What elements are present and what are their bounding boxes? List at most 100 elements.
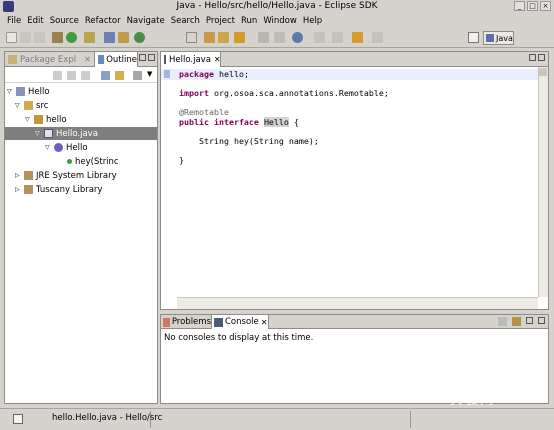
java-perspective-button[interactable]: Java [483,31,514,45]
package-icon [34,115,43,124]
tree-node-method[interactable]: hey(Strinc [5,155,157,168]
new-package-icon[interactable] [118,32,129,43]
watermark-logo: yesky 天极网 [405,355,535,408]
menu-project[interactable]: Project [203,16,238,26]
tab-outline[interactable]: Outline [94,52,138,67]
maximize-view-icon[interactable] [148,54,155,61]
next-annotation-icon[interactable] [314,32,325,43]
expand-icon[interactable]: ▽ [25,116,31,123]
quick-diff-marker [164,70,170,78]
tree-node-package[interactable]: ▽ hello [5,113,157,126]
code-area[interactable]: package hello; import org.osoa.sca.annot… [161,67,538,297]
new-icon[interactable] [6,32,17,43]
maximize-button[interactable]: □ [527,1,538,11]
console-message: No consoles to display at this time. [164,333,314,343]
expand-icon[interactable]: ▽ [7,88,13,95]
code-line-close: } [179,155,184,165]
close-tab-icon[interactable]: ✕ [214,55,221,64]
back-icon[interactable] [352,32,363,43]
tab-console[interactable]: Console ✕ [211,315,269,329]
status-separator [410,411,411,428]
chevron-down-icon[interactable]: ▼ [147,70,152,78]
problems-icon [163,317,170,327]
minimize-view-icon[interactable] [529,54,536,61]
tree-label: hey(Strinc [75,156,119,167]
maximize-view-icon[interactable] [538,54,545,61]
debug-icon[interactable] [52,32,63,43]
tab-problems-label: Problems [171,317,211,327]
menu-source[interactable]: Source [47,16,82,26]
menu-help[interactable]: Help [300,16,325,26]
last-edit-icon[interactable] [274,32,285,43]
forward-nav-icon[interactable] [67,71,76,80]
title-bar: Java - Hello/src/hello/Hello.java - Ecli… [0,0,554,13]
close-tab-icon[interactable]: ✕ [261,318,268,327]
view-menu-icon[interactable] [133,71,142,80]
vertical-scrollbar[interactable] [538,67,548,297]
open-perspective-icon[interactable] [468,32,479,43]
minimize-button[interactable]: _ [514,1,525,11]
collapse-all-icon[interactable] [101,71,110,80]
tab-outline-label: Outline [106,54,137,65]
fast-view-icon[interactable] [13,414,23,424]
save-icon[interactable] [20,32,31,43]
pen-icon[interactable] [234,32,245,43]
tree-node-interface[interactable]: ▽ Hello [5,141,157,154]
menu-edit[interactable]: Edit [24,16,46,26]
overview-ruler-icon[interactable] [539,68,547,76]
tab-problems[interactable]: Problems [161,315,211,329]
close-tab-icon[interactable]: ✕ [84,55,91,64]
tree-node-src[interactable]: ▽ src [5,99,157,112]
expand-icon[interactable]: ▷ [15,186,21,193]
globe-icon[interactable] [292,32,303,43]
open-console-icon[interactable] [512,317,521,326]
display-console-icon[interactable] [498,317,507,326]
code-line-import: import org.osoa.sca.annotations.Remotabl… [179,88,389,98]
horizontal-scrollbar[interactable] [177,297,538,309]
close-button[interactable]: × [540,1,551,11]
expand-icon[interactable]: ▷ [15,172,21,179]
annotation-icon[interactable] [258,32,269,43]
tree-node-tuscany-library[interactable]: ▷ Tuscany Library [5,183,157,196]
library-icon [24,171,33,180]
tab-package-explorer-label: Package Expl [20,54,77,65]
tab-package-explorer[interactable]: Package Expl ✕ [5,52,93,67]
previous-annotation-icon[interactable] [332,32,343,43]
new-class-icon[interactable] [134,32,145,43]
open-task-icon[interactable] [218,32,229,43]
up-nav-icon[interactable] [81,71,90,80]
tree-node-jre-library[interactable]: ▷ JRE System Library [5,169,157,182]
minimize-view-icon[interactable] [526,317,533,324]
watermark-subtext: 天极网 [450,393,496,408]
menu-file[interactable]: File [4,16,24,26]
search-icon[interactable] [204,32,215,43]
tab-console-label: Console [225,317,259,327]
maximize-view-icon[interactable] [538,317,545,324]
menu-refactor[interactable]: Refactor [82,16,124,26]
tree-label: src [36,100,49,111]
back-nav-icon[interactable] [53,71,62,80]
tab-hello-java[interactable]: Hello.java ✕ [161,52,221,67]
tree-node-hello-java[interactable]: ▽ Hello.java [5,127,157,140]
print-icon[interactable] [34,32,45,43]
forward-icon[interactable] [372,32,383,43]
link-editor-icon[interactable] [115,71,124,80]
external-tools-icon[interactable] [84,32,95,43]
open-type-icon[interactable] [186,32,197,43]
menu-search[interactable]: Search [168,16,203,26]
run-icon[interactable] [66,32,77,43]
tree-label: hello [46,114,67,125]
menu-navigate[interactable]: Navigate [124,16,168,26]
tree-label: Tuscany Library [36,184,103,195]
minimize-view-icon[interactable] [139,54,146,61]
tree-node-project[interactable]: ▽ Hello [5,85,157,98]
new-java-project-icon[interactable] [104,32,115,43]
menu-bar: File Edit Source Refactor Navigate Searc… [0,13,554,28]
window-title: Java - Hello/src/hello/Hello.java - Ecli… [176,1,378,11]
java-perspective-icon [486,34,494,42]
expand-icon[interactable]: ▽ [35,130,41,137]
expand-icon[interactable]: ▽ [45,144,51,151]
menu-run[interactable]: Run [238,16,260,26]
menu-window[interactable]: Window [260,16,300,26]
expand-icon[interactable]: ▽ [15,102,21,109]
